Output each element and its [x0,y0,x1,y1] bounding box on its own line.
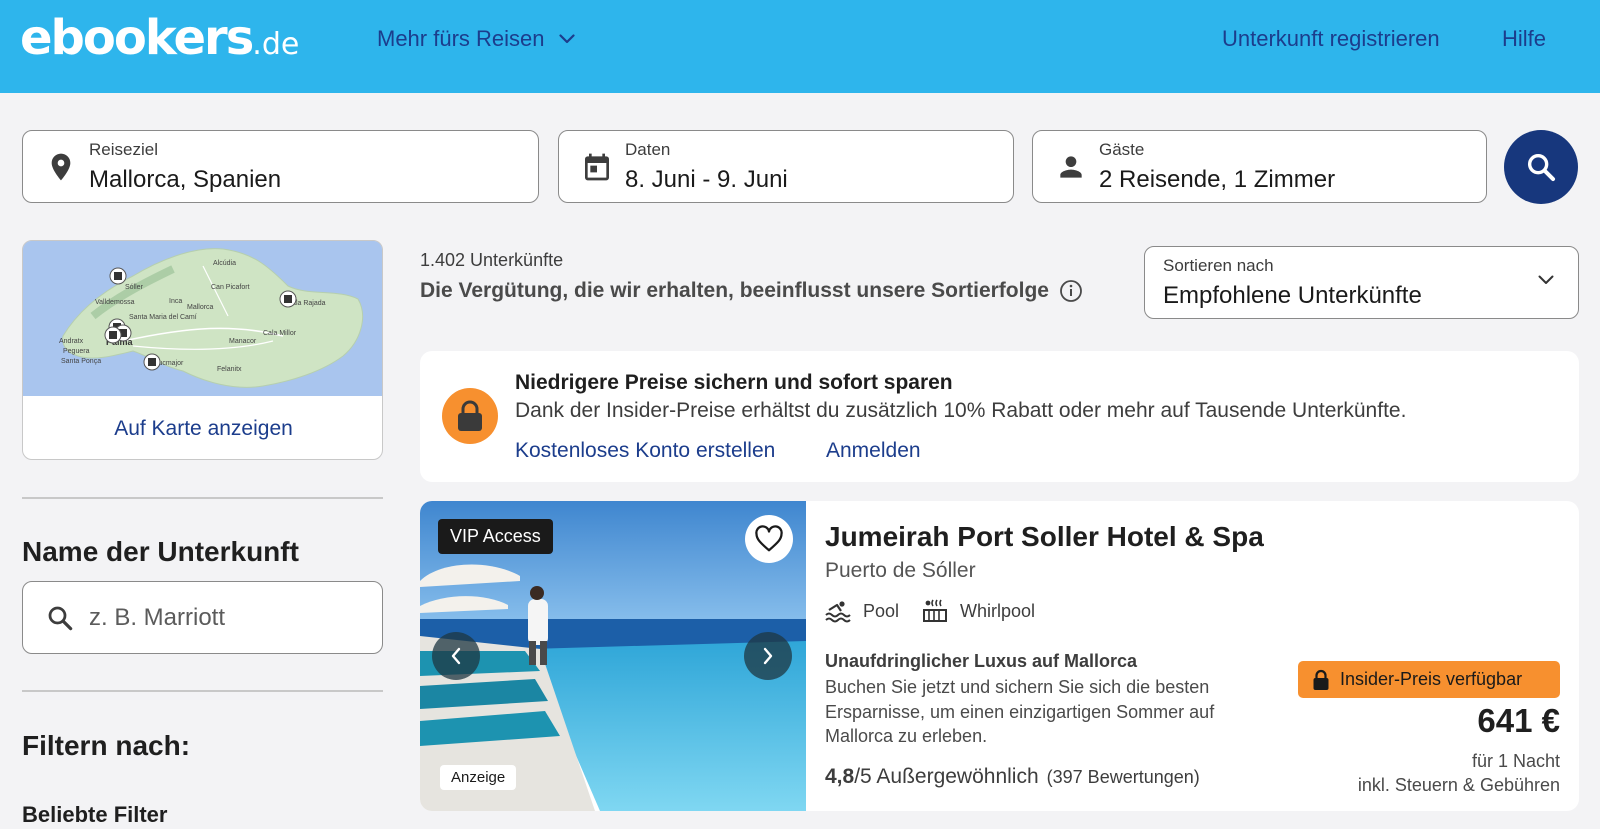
map-label: Valldemossa [95,299,135,306]
map-label: Manacor [229,338,257,345]
dates-label: Daten [625,140,671,159]
mallorca-map-image: Alcúdia Sóller Valldemossa Inca Can Pica… [23,241,382,396]
lock-icon [1313,669,1329,690]
review-count: (397 Bewertungen) [1046,767,1200,787]
ebookers-logo[interactable]: ebookers.de [20,10,299,66]
show-on-map-link[interactable]: Auf Karte anzeigen [23,396,382,459]
banner-text: Dank der Insider-Preise erhältst du zusä… [515,399,1407,422]
register-property-link[interactable]: Unterkunft registrieren [1222,26,1440,52]
help-link[interactable]: Hilfe [1502,26,1546,52]
more-for-travel-menu[interactable]: Mehr fürs Reisen [377,26,575,52]
sign-in-link[interactable]: Anmelden [826,439,921,463]
hotel-photo[interactable]: VIP Access Anzeige [420,501,806,811]
amenity-whirlpool: Whirlpool [922,599,1035,623]
destination-value: Mallorca, Spanien [89,166,282,193]
popular-filters-title: Beliebte Filter [22,802,168,827]
hotel-location: Puerto de Sóller [825,559,976,582]
hotel-pin-icon[interactable] [279,290,297,308]
create-account-link[interactable]: Kostenloses Konto erstellen [515,439,775,463]
map-label: Can Picafort [211,284,250,291]
sidebar-divider [22,690,383,692]
guests-label: Gäste [1099,140,1145,159]
insider-price-banner: Niedrigere Preise sichern und sofort spa… [420,351,1579,482]
search-icon [1527,153,1556,182]
price-period: für 1 Nacht [1471,751,1560,771]
sidebar-divider [22,497,383,499]
map-label: Peguera [63,348,90,355]
lock-badge [442,388,498,444]
more-for-travel-label: Mehr fürs Reisen [377,26,545,51]
hotel-pin-icon[interactable] [109,267,127,285]
map-label: Santa Ponça [61,358,101,365]
insider-price-label: Insider-Preis verfügbar [1340,669,1523,689]
map-label: Inca [169,298,182,305]
vip-access-badge: VIP Access [438,519,553,554]
dates-field[interactable]: Daten 8. Juni - 9. Juni [558,130,1014,203]
calendar-icon [585,153,609,181]
chevron-down-icon [1538,275,1554,284]
hotel-pin-icon[interactable] [104,326,122,344]
previous-photo-button[interactable] [432,632,480,680]
person-icon [1060,156,1082,178]
map-label: Santa Maria del Camí [129,314,197,321]
property-name-input[interactable] [89,600,359,636]
property-name-field[interactable] [22,581,383,654]
map-label: Felanitx [217,366,242,373]
insider-price-badge: Insider-Preis verfügbar [1298,661,1560,698]
map-card[interactable]: Alcúdia Sóller Valldemossa Inca Can Pica… [22,240,383,460]
map-label: Andratx [59,338,84,345]
amenity-pool: Pool [825,599,899,623]
amenity-whirlpool-label: Whirlpool [960,600,1036,621]
hotel-card[interactable]: VIP Access Anzeige Jumeirah Port Soller … [420,501,1579,811]
hot-tub-icon [923,599,947,622]
map-label: Sóller [125,284,144,291]
dates-value: 8. Juni - 9. Juni [625,166,788,193]
pool-icon [825,601,851,623]
sort-label: Sortieren nach [1163,256,1274,275]
info-icon [1060,280,1082,302]
favorite-button[interactable] [745,515,793,563]
search-button[interactable] [1504,130,1578,204]
map-preview[interactable]: Alcúdia Sóller Valldemossa Inca Can Pica… [23,241,382,396]
chevron-right-icon [763,647,773,665]
amenity-pool-label: Pool [863,600,900,621]
destination-label: Reiseziel [89,140,158,159]
chevron-down-icon [558,34,575,44]
guests-field[interactable]: Gäste 2 Reisende, 1 Zimmer [1032,130,1487,203]
hotel-description: Buchen Sie jetzt und sichern Sie sich di… [825,677,1215,746]
top-header: ebookers.de Mehr fürs Reisen Unterkunft … [0,0,1600,93]
map-label: Alcúdia [213,260,236,267]
hotel-pin-icon[interactable] [143,353,161,371]
search-icon [48,606,73,631]
hotel-rating: 4,8 /5 Außergewöhnlich (397 Bewertungen) [825,765,1200,789]
guests-value: 2 Reisende, 1 Zimmer [1099,166,1336,193]
property-name-title: Name der Unterkunft [22,536,299,567]
heart-icon [755,525,783,552]
filter-title: Filtern nach: [22,730,191,761]
banner-title: Niedrigere Preise sichern und sofort spa… [515,371,953,394]
hotel-price: 641 € [1477,702,1560,739]
map-label: Cala Millor [263,330,297,337]
sort-value: Empfohlene Unterkünfte [1163,282,1422,309]
chevron-left-icon [451,647,461,665]
ad-label: Anzeige [440,765,517,790]
sort-disclaimer-text: Die Vergütung, die wir erhalten, beeinfl… [420,279,1049,302]
sort-dropdown[interactable]: Sortieren nach Empfohlene Unterkünfte [1144,246,1579,319]
price-taxes-note: inkl. Steuern & Gebühren [1357,775,1560,795]
sort-disclaimer[interactable]: Die Vergütung, die wir erhalten, beeinfl… [420,279,1083,303]
destination-field[interactable]: Reiseziel Mallorca, Spanien [22,130,539,203]
results-count: 1.402 Unterkünfte [420,250,564,270]
location-pin-icon [51,153,71,181]
rating-scale: /5 Außergewöhnlich [854,765,1039,788]
lock-icon [458,400,482,431]
hotel-tagline: Unaufdringlicher Luxus auf Mallorca [825,651,1138,671]
next-photo-button[interactable] [744,632,792,680]
hotel-name[interactable]: Jumeirah Port Soller Hotel & Spa [825,521,1264,553]
map-label: Mallorca [187,304,214,311]
rating-value: 4,8 [825,765,855,788]
